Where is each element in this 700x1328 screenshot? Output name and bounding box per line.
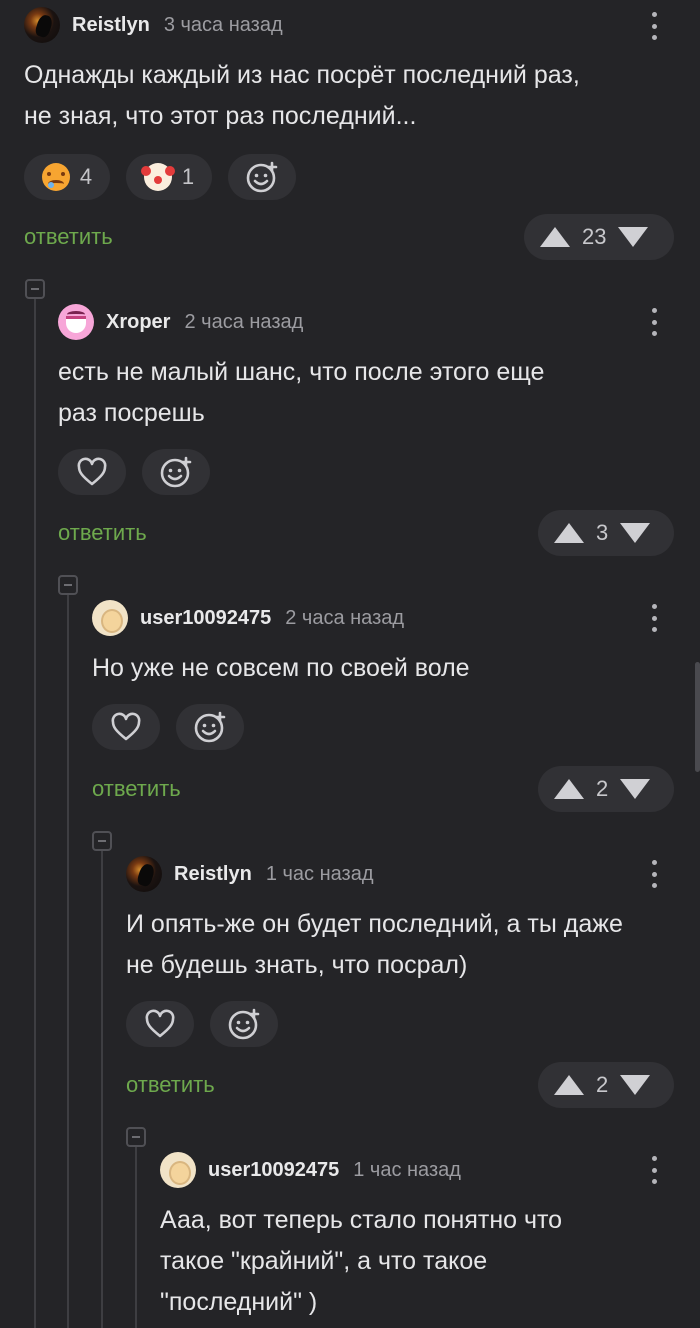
vote-widget: 3	[538, 510, 674, 556]
thread-line-level-4	[135, 1146, 137, 1328]
add-reaction-icon	[160, 456, 192, 488]
collapse-thread-icon[interactable]	[25, 279, 45, 299]
comment-header: Reistlyn 3 часа назад	[24, 7, 684, 43]
comment-text: Однажды каждый из нас посрёт последний р…	[24, 55, 684, 137]
author-name[interactable]: Xroper	[106, 311, 170, 334]
comment-text: Ааа, вот теперь стало понятно что такое …	[160, 1200, 680, 1323]
thread-line-level-1	[34, 298, 36, 1328]
reactions-bar	[126, 1001, 278, 1047]
comment-text-line: Но уже не совсем по своей воле	[92, 654, 470, 682]
avatar[interactable]	[92, 600, 128, 636]
comment-header: Reistlyn 1 час назад	[126, 856, 686, 892]
vote-widget: 23	[524, 214, 674, 260]
comment-time: 3 часа назад	[163, 13, 283, 36]
vote-count: 2	[596, 1072, 609, 1097]
reply-link[interactable]: ответить	[92, 776, 181, 802]
kebab-menu-icon[interactable]	[650, 1156, 658, 1184]
kebab-menu-icon[interactable]	[650, 860, 658, 888]
upvote-icon[interactable]	[540, 227, 570, 247]
add-reaction-button[interactable]	[228, 154, 296, 200]
vote-count: 23	[582, 224, 607, 249]
heart-icon	[145, 1009, 175, 1038]
add-reaction-button[interactable]	[176, 704, 244, 750]
downvote-icon[interactable]	[620, 523, 651, 543]
kebab-menu-icon[interactable]	[650, 12, 658, 40]
reaction-sad[interactable]: 4	[24, 154, 110, 200]
add-reaction-icon	[228, 1008, 260, 1040]
downvote-icon[interactable]	[618, 227, 649, 247]
comment: Reistlyn 3 часа назад Однажды каждый из …	[24, 7, 684, 137]
add-reaction-button[interactable]	[142, 449, 210, 495]
kebab-menu-icon[interactable]	[650, 604, 658, 632]
upvote-icon[interactable]	[554, 779, 584, 799]
like-button[interactable]	[92, 704, 160, 750]
heart-icon	[111, 712, 141, 741]
clown-emoji-icon	[140, 163, 172, 191]
kebab-menu-icon[interactable]	[650, 308, 658, 336]
comment-time: 1 час назад	[265, 862, 374, 885]
like-button[interactable]	[58, 449, 126, 495]
like-button[interactable]	[126, 1001, 194, 1047]
reaction-count: 4	[79, 164, 93, 189]
add-reaction-button[interactable]	[210, 1001, 278, 1047]
upvote-icon[interactable]	[554, 1075, 584, 1095]
reactions-bar: 4 1	[24, 154, 296, 200]
thread-line-level-3	[101, 850, 103, 1328]
reply-link[interactable]: ответить	[24, 224, 113, 250]
vote-count: 2	[596, 776, 609, 801]
comment-text-line: Ааа, вот теперь стало понятно что	[160, 1206, 563, 1234]
comment-time: 2 часа назад	[184, 310, 304, 333]
comment-text: есть не малый шанс, что после этого еще …	[58, 352, 678, 434]
avatar[interactable]	[160, 1152, 196, 1188]
comment-time: 2 часа назад	[285, 606, 405, 629]
collapse-thread-icon[interactable]	[126, 1127, 146, 1147]
comment: user10092475 1 час назад Ааа, вот теперь…	[160, 1152, 680, 1323]
comment-header: user10092475 2 часа назад	[92, 600, 672, 636]
author-name[interactable]: Reistlyn	[174, 863, 252, 886]
reactions-bar	[58, 449, 210, 495]
reply-link[interactable]: ответить	[126, 1072, 215, 1098]
avatar[interactable]	[126, 856, 162, 892]
comment-text: И опять-же он будет последний, а ты даже…	[126, 904, 686, 986]
sad-sweat-emoji-icon	[41, 163, 70, 191]
add-reaction-icon	[246, 161, 278, 193]
comment-text-line: такое "крайний", а что такое	[160, 1247, 488, 1275]
comment-text: Но уже не совсем по своей воле	[92, 648, 672, 689]
vote-widget: 2	[538, 766, 674, 812]
comment-header: user10092475 1 час назад	[160, 1152, 680, 1188]
collapse-thread-icon[interactable]	[92, 831, 112, 851]
heart-icon	[77, 457, 107, 486]
thread-line-level-2	[67, 594, 69, 1328]
comment-text-line: Однажды каждый из нас посрёт последний р…	[24, 61, 580, 89]
vote-count: 3	[596, 520, 609, 545]
comment-time: 1 час назад	[353, 1158, 461, 1181]
reactions-bar	[92, 704, 244, 750]
avatar[interactable]	[58, 304, 94, 340]
avatar[interactable]	[24, 7, 60, 43]
author-name[interactable]: Reistlyn	[72, 14, 150, 37]
comment-text-line: есть не малый шанс, что после этого еще	[58, 358, 545, 386]
comment: user10092475 2 часа назад Но уже не совс…	[92, 600, 672, 689]
comment: Xroper 2 часа назад есть не малый шанс, …	[58, 304, 678, 434]
comment-text-line: раз посрешь	[58, 399, 205, 427]
comment-header: Xroper 2 часа назад	[58, 304, 678, 340]
vote-widget: 2	[538, 1062, 674, 1108]
comment-text-line: И опять-же он будет последний, а ты даже	[126, 910, 623, 938]
comment-text-line: не будешь знать, что посрал)	[126, 951, 468, 979]
comment: Reistlyn 1 час назад И опять-же он будет…	[126, 856, 686, 986]
comment-text-line: "последний" )	[160, 1288, 318, 1316]
reply-link[interactable]: ответить	[58, 520, 147, 546]
collapse-thread-icon[interactable]	[58, 575, 78, 595]
author-name[interactable]: user10092475	[140, 607, 271, 630]
reaction-clown[interactable]: 1	[126, 154, 212, 200]
downvote-icon[interactable]	[620, 1075, 651, 1095]
add-reaction-icon	[194, 711, 226, 743]
downvote-icon[interactable]	[620, 779, 651, 799]
comment-text-line: не зная, что этот раз последний...	[24, 102, 417, 130]
reaction-count: 1	[181, 164, 195, 189]
scrollbar[interactable]	[695, 662, 700, 772]
upvote-icon[interactable]	[554, 523, 584, 543]
author-name[interactable]: user10092475	[208, 1159, 339, 1182]
